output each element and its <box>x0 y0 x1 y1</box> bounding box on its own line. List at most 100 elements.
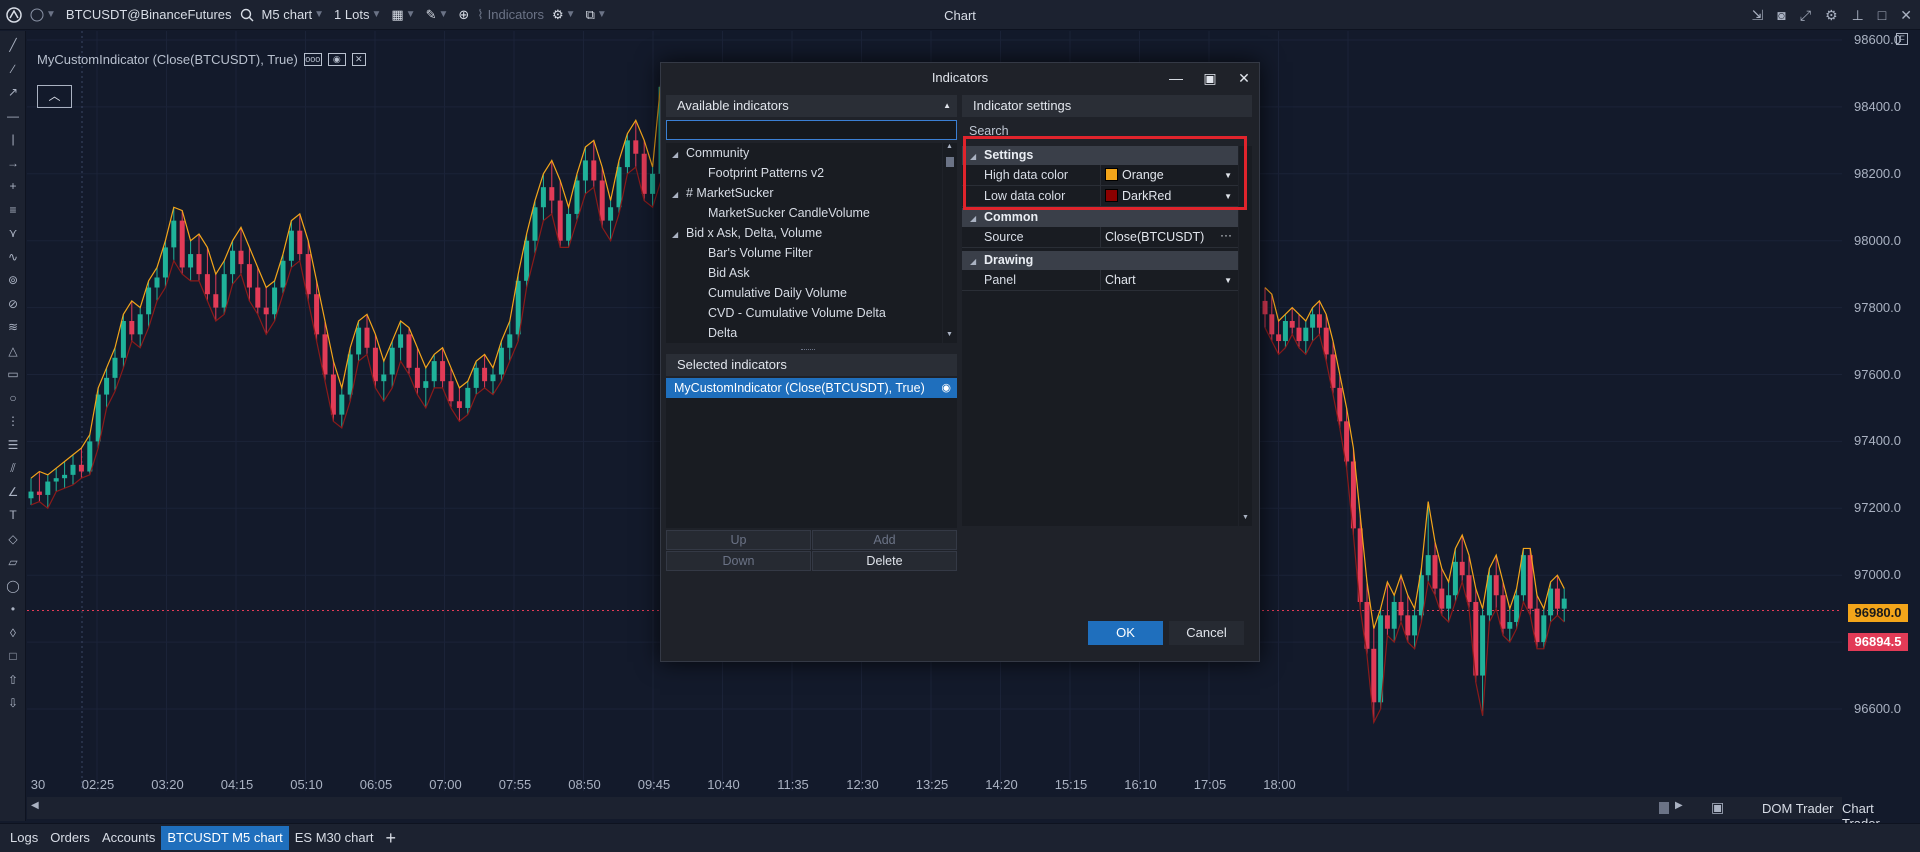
expand-triangle-icon[interactable]: ◢ <box>672 185 686 205</box>
indicator-name[interactable]: MyCustomIndicator (Close(BTCUSDT), True) <box>37 52 298 67</box>
category-drawing[interactable]: ◢ Drawing <box>962 251 1238 270</box>
gann-tool-icon[interactable]: ⋮ <box>0 411 26 431</box>
maximize-icon[interactable]: ▣ <box>1199 67 1221 89</box>
dot-tool-icon[interactable]: • <box>0 599 26 619</box>
low-color-dropdown[interactable]: DarkRed ▼ <box>1100 186 1238 207</box>
scroll-up-icon[interactable]: ▲ <box>946 143 953 150</box>
tab-orders[interactable]: Orders <box>44 826 96 850</box>
app-logo-icon[interactable] <box>0 0 26 30</box>
triangle-tool-icon[interactable]: △ <box>0 341 26 361</box>
up-tool-icon[interactable]: ⇧ <box>0 670 26 690</box>
up-button[interactable]: Up <box>666 530 811 550</box>
tree-indicator-item[interactable]: Cumulative Daily Volume <box>708 283 847 303</box>
tree-indicator-item[interactable]: Bid Ask <box>708 263 750 283</box>
category-common[interactable]: ◢ Common <box>962 208 1238 227</box>
circle-tool-icon[interactable]: ◯ <box>0 576 26 596</box>
delete-button[interactable]: Delete <box>812 551 957 571</box>
high-color-dropdown[interactable]: Orange ▼ <box>1100 165 1238 186</box>
collapse-button[interactable]: ︿ <box>37 85 72 108</box>
down-button[interactable]: Down <box>666 551 811 571</box>
text-tool-icon[interactable]: T <box>0 505 26 525</box>
category-settings[interactable]: ◢ Settings <box>962 146 1238 165</box>
pattern-tool-icon[interactable]: ≋ <box>0 317 26 337</box>
property-panel[interactable]: Panel Chart ▼ <box>962 270 1238 291</box>
angle-tool-icon[interactable]: ∠ <box>0 482 26 502</box>
settings-dots-icon[interactable]: ooo <box>303 53 322 66</box>
camera-icon[interactable]: ◙ <box>1777 7 1785 23</box>
zoom-icon[interactable]: ⊕ <box>454 0 473 30</box>
cancel-button[interactable]: Cancel <box>1169 621 1244 645</box>
scroll-down-icon[interactable]: ▼ <box>1242 514 1249 521</box>
tab-es-chart[interactable]: ES M30 chart <box>289 826 380 850</box>
lots-selector[interactable]: 1 Lots ▼ <box>330 0 387 30</box>
sync-icon[interactable]: ⇲ <box>1752 7 1764 24</box>
ray-tool-icon[interactable]: ↗ <box>0 82 26 102</box>
scroll-thumb[interactable] <box>946 157 954 167</box>
settings-search-input[interactable]: Search <box>962 119 1252 143</box>
tree-indicator-item[interactable]: Bar's Volume Filter <box>708 243 813 263</box>
close-icon[interactable]: ✕ <box>1900 7 1912 24</box>
brush-tool-icon[interactable]: ∿ <box>0 247 26 267</box>
scroll-thumb[interactable] <box>1659 802 1669 814</box>
close-icon[interactable]: ✕ <box>1233 67 1255 89</box>
tab-accounts[interactable]: Accounts <box>96 826 161 850</box>
zoom-tool-icon[interactable]: ⊚ <box>0 270 26 290</box>
add-button[interactable]: Add <box>812 530 957 550</box>
minimize-icon[interactable]: — <box>1165 67 1187 89</box>
ellipse-tool-icon[interactable]: ○ <box>0 388 26 408</box>
square-tool-icon[interactable]: □ <box>0 646 26 666</box>
price-axis[interactable]: 98600.0 98400.0 98200.0 98000.0 97800.0 97600… <box>1842 31 1920 821</box>
arrow-tool-icon[interactable]: → <box>0 153 26 173</box>
selected-indicator-item[interactable]: MyCustomIndicator (Close(BTCUSDT), True)… <box>666 378 957 398</box>
fib-tool-icon[interactable]: ≡ <box>0 200 26 220</box>
tree-category[interactable]: ◢ # MarketSucker <box>672 183 774 203</box>
dom-trader-button[interactable]: DOM Trader <box>1762 801 1834 816</box>
callout-tool-icon[interactable]: ▱ <box>0 552 26 572</box>
ruler-tool-icon[interactable]: ⊘ <box>0 294 26 314</box>
template-icon[interactable]: ⧉ ▼ <box>582 0 613 30</box>
indicators-button[interactable]: ⌇ Indicators <box>473 0 548 30</box>
cross-tool-icon[interactable]: + <box>0 176 26 196</box>
add-tab-icon[interactable]: + <box>380 826 403 850</box>
pin-icon[interactable]: ⊥ <box>1852 7 1864 24</box>
tree-indicator-item[interactable]: Delta <box>708 323 737 343</box>
grid-scrollbar[interactable]: ▼ <box>1239 146 1252 526</box>
hline-tool-icon[interactable]: — <box>0 106 26 126</box>
gear-icon[interactable]: ⚙ <box>1825 7 1838 24</box>
tag-tool-icon[interactable]: ◇ <box>0 529 26 549</box>
horizontal-scrollbar[interactable]: ◀ ▶ ▣ DOM Trader Chart Trader <box>27 797 1880 831</box>
panel-dropdown[interactable]: Chart ▼ <box>1100 270 1238 291</box>
cursor-tool-icon[interactable]: ╱ <box>0 35 26 55</box>
calendar-icon[interactable]: ▣ <box>1711 799 1724 816</box>
property-high-data-color[interactable]: High data color Orange ▼ <box>962 165 1238 186</box>
tree-indicator-item[interactable]: Footprint Patterns v2 <box>708 163 824 183</box>
tree-indicator-item[interactable]: MarketSucker CandleVolume <box>708 203 870 223</box>
axis-f-icon[interactable]: F <box>1896 33 1908 45</box>
vline-tool-icon[interactable]: | <box>0 129 26 149</box>
maximize-icon[interactable]: □ <box>1878 7 1886 23</box>
levels-tool-icon[interactable]: ☰ <box>0 435 26 455</box>
tab-btcusdt-chart[interactable]: BTCUSDT M5 chart <box>161 826 289 850</box>
scroll-right-icon[interactable]: ▶ <box>1675 800 1683 811</box>
ok-button[interactable]: OK <box>1088 621 1163 645</box>
tree-indicator-item[interactable]: CVD - Cumulative Volume Delta <box>708 303 886 323</box>
source-field[interactable]: Close(BTCUSDT) ··· <box>1100 227 1238 248</box>
close-icon[interactable]: ✕ <box>351 53 366 66</box>
down-tool-icon[interactable]: ⇩ <box>0 693 26 713</box>
scroll-left-icon[interactable]: ◀ <box>31 800 39 811</box>
property-source[interactable]: Source Close(BTCUSDT) ··· <box>962 227 1238 248</box>
property-low-data-color[interactable]: Low data color DarkRed ▼ <box>962 186 1238 207</box>
tab-logs[interactable]: Logs <box>4 826 44 850</box>
line-tool-icon[interactable]: ∕ <box>0 59 26 79</box>
link-circle-icon[interactable]: ▼ <box>26 0 62 30</box>
scroll-down-icon[interactable]: ▼ <box>946 331 953 338</box>
eye-icon[interactable]: ◉ <box>941 378 951 398</box>
splitter-handle[interactable] <box>801 349 815 351</box>
pitch-tool-icon[interactable]: ⋎ <box>0 223 26 243</box>
draw-pen-icon[interactable]: ✎ ▼ <box>422 0 455 30</box>
symbol-selector[interactable]: BTCUSDT@BinanceFutures <box>62 0 236 30</box>
timeframe-selector[interactable]: M5 chart ▼ <box>258 0 330 30</box>
search-icon[interactable] <box>236 0 258 30</box>
settings-gear-icon[interactable]: ⚙ ▼ <box>548 0 582 30</box>
expand-triangle-icon[interactable]: ◢ <box>672 225 686 245</box>
